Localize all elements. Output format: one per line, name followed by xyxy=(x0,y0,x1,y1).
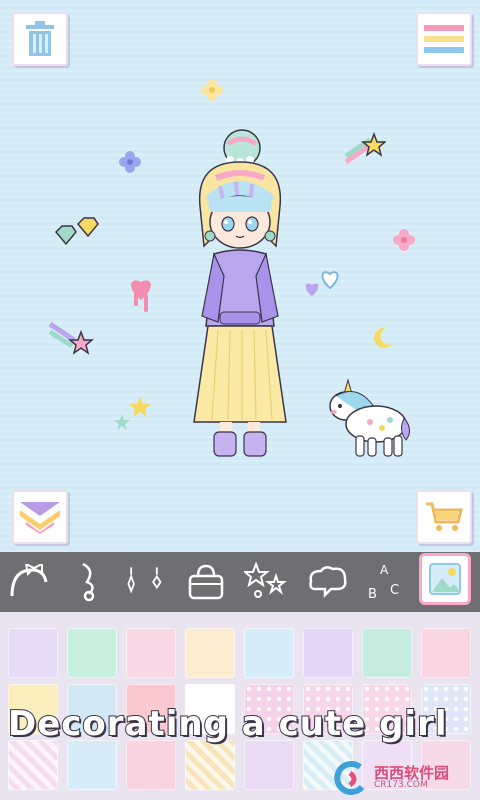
shopping-cart-icon xyxy=(426,502,463,531)
swatch-tile[interactable] xyxy=(303,628,353,678)
letters-icon-label: A xyxy=(380,563,389,577)
collapse-button[interactable] xyxy=(12,490,68,544)
handbag-icon xyxy=(188,564,224,600)
shop-button[interactable] xyxy=(416,490,472,544)
tool-bag[interactable] xyxy=(184,560,228,604)
swatch-tile[interactable] xyxy=(126,628,176,678)
hearts-sticker-icon[interactable] xyxy=(302,266,342,298)
swatch-tile[interactable] xyxy=(244,628,294,678)
flower-sticker-icon[interactable] xyxy=(118,150,142,174)
tool-earrings[interactable] xyxy=(122,560,166,604)
letters-icon: A B C xyxy=(368,563,399,602)
swatch-tile[interactable] xyxy=(185,628,235,678)
dress-up-stage[interactable] xyxy=(0,0,480,552)
gems-sticker-icon[interactable] xyxy=(54,214,104,250)
moon-sticker-icon[interactable] xyxy=(370,326,394,350)
hamburger-menu-icon xyxy=(424,25,464,53)
stars-sticker-icon[interactable] xyxy=(112,394,154,434)
swatch-tile[interactable] xyxy=(421,628,471,678)
tool-hair[interactable] xyxy=(66,560,110,604)
tool-stickers[interactable] xyxy=(244,560,288,604)
watermark-text: 西西软件园 xyxy=(374,764,450,782)
category-toolbar: A B C xyxy=(0,552,480,612)
shooting-star-sticker-icon[interactable] xyxy=(342,132,386,168)
unicorn-sticker[interactable] xyxy=(318,378,414,460)
tool-letters[interactable]: A B C xyxy=(362,560,406,604)
trash-can-icon xyxy=(26,21,54,56)
background-image-icon xyxy=(429,563,461,595)
menu-button[interactable] xyxy=(416,12,472,66)
swatch-tile[interactable] xyxy=(362,628,412,678)
flower-sticker-icon[interactable] xyxy=(392,228,416,252)
swatch-tile[interactable] xyxy=(8,628,58,678)
girl-character[interactable] xyxy=(180,126,300,462)
hair-bangs-icon xyxy=(82,562,95,602)
shooting-star-sticker-icon[interactable] xyxy=(48,318,94,356)
tool-headband[interactable] xyxy=(6,560,50,604)
tool-speech[interactable] xyxy=(306,560,350,604)
chevron-down-icon xyxy=(20,502,60,534)
watermark: 西西软件园 CR173.COM xyxy=(330,758,478,798)
svg-text:C: C xyxy=(390,583,399,598)
sparkle-stickers-icon xyxy=(244,562,287,598)
watermark-logo-icon xyxy=(334,761,365,795)
tool-background[interactable] xyxy=(422,556,468,602)
caption-banner: Decorating a cute girl xyxy=(7,703,448,745)
headband-icon xyxy=(10,564,48,597)
earrings-icon xyxy=(127,567,162,594)
speech-bubble-icon xyxy=(309,566,347,599)
trash-button[interactable] xyxy=(12,12,68,66)
swatch-tile[interactable] xyxy=(67,628,117,678)
svg-text:B: B xyxy=(368,587,377,602)
flower-sticker-icon[interactable] xyxy=(200,78,224,102)
dripping-heart-sticker-icon[interactable] xyxy=(126,274,156,314)
